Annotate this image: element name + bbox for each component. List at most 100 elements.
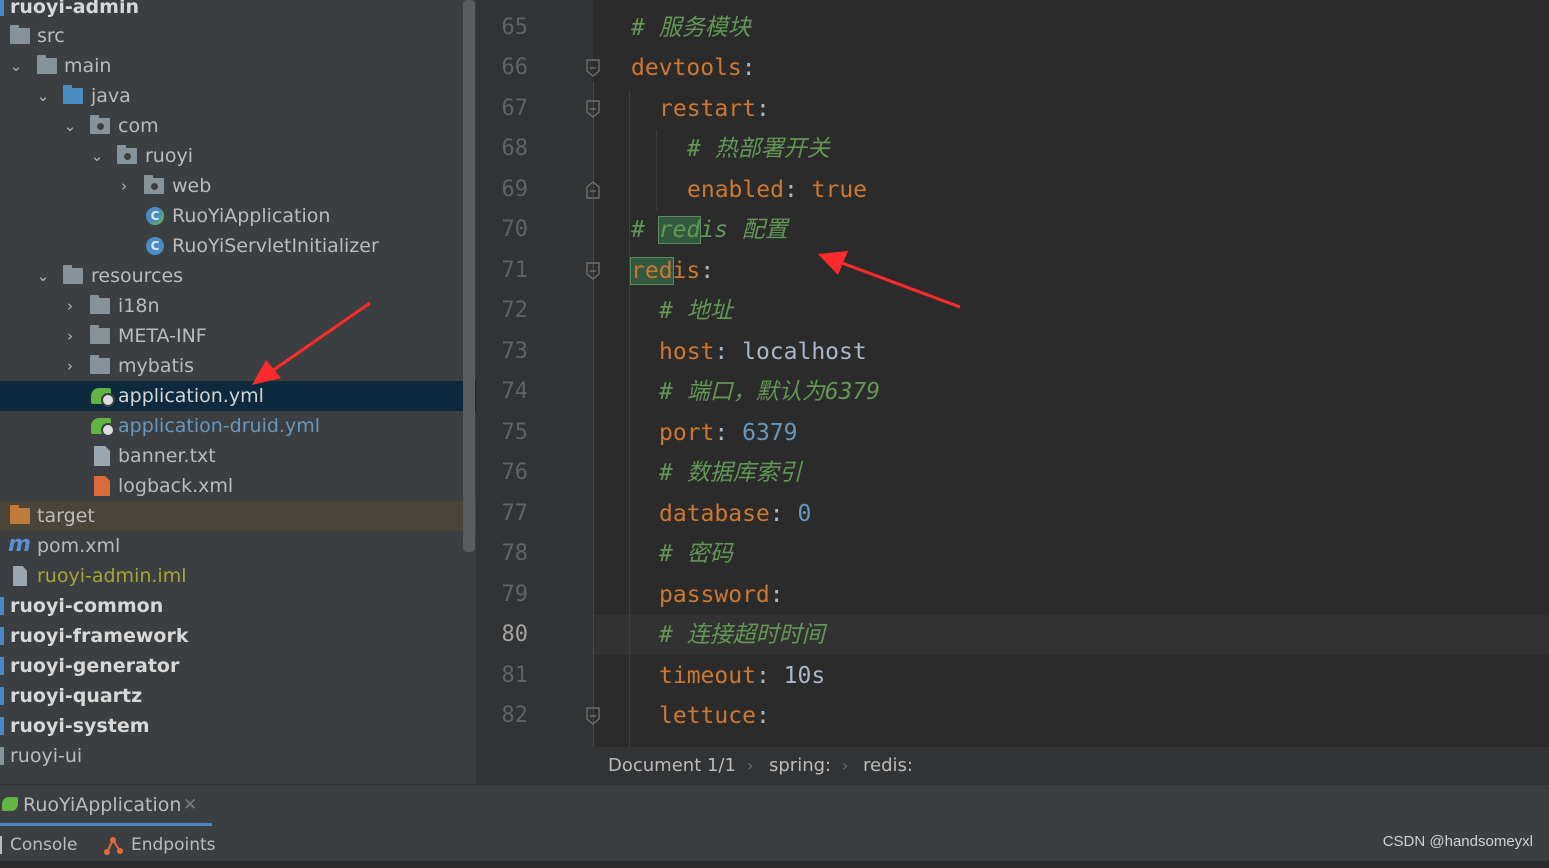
yaml-key: port <box>659 420 715 446</box>
tree-item-ruoyi[interactable]: ⌄ ruoyi <box>0 141 476 171</box>
code-line-77[interactable]: database: 0 <box>659 494 811 534</box>
code-line-78[interactable]: # 密码 <box>659 534 733 574</box>
chevron-down-icon[interactable]: ⌄ <box>35 81 51 111</box>
close-icon[interactable]: ✕ <box>183 785 197 825</box>
tree-scrollbar[interactable] <box>463 0 475 552</box>
code-line-81[interactable]: timeout: 10s <box>659 656 825 696</box>
line-number: 69 <box>501 177 529 202</box>
tree-item-pom-xml[interactable]: m pom.xml <box>0 531 476 561</box>
chevron-down-icon[interactable]: ⌄ <box>62 111 78 141</box>
code-line-69[interactable]: enabled: true <box>687 170 867 210</box>
line-number: 82 <box>501 703 529 728</box>
search-highlight: red <box>657 216 702 244</box>
yaml-colon: : <box>700 258 715 284</box>
fold-end-icon[interactable] <box>585 181 601 199</box>
tree-item-banner-txt[interactable]: banner.txt <box>0 441 476 471</box>
folder-icon <box>90 295 110 314</box>
module-marker <box>0 717 4 735</box>
resources-folder-icon <box>63 265 83 284</box>
fold-open-icon[interactable] <box>585 59 601 77</box>
fold-open-icon[interactable] <box>585 100 601 118</box>
tree-item-logback-xml[interactable]: logback.xml <box>0 471 476 501</box>
fold-open-icon[interactable] <box>585 707 601 725</box>
tree-item-application-yml[interactable]: application.yml <box>0 381 476 411</box>
line-number-active: 80 <box>501 622 529 647</box>
line-number: 65 <box>501 15 529 40</box>
tree-item-src[interactable]: src <box>0 21 476 51</box>
comment-hash: # <box>631 217 659 243</box>
code-line-74[interactable]: # 端口，默认为6379 <box>659 372 880 412</box>
tree-item-resources[interactable]: ⌄ resources <box>0 261 476 291</box>
yaml-value: 0 <box>797 501 812 527</box>
run-tool-window: RuoYiApplication ✕ Console Endpoints <box>0 784 1549 861</box>
tree-item-ruoyi-admin-iml[interactable]: ruoyi-admin.iml <box>0 561 476 591</box>
module-marker <box>0 0 4 16</box>
tab-console[interactable]: Console <box>10 829 78 861</box>
code-line-75[interactable]: port: 6379 <box>659 413 797 453</box>
excluded-folder-icon <box>10 505 30 524</box>
yaml-colon: : <box>755 663 784 689</box>
tree-item-com[interactable]: ⌄ com <box>0 111 476 141</box>
chevron-down-icon[interactable]: ⌄ <box>8 51 24 81</box>
tree-item-ruoyiservletinitializer[interactable]: C RuoYiServletInitializer <box>0 231 476 261</box>
tree-item-main[interactable]: ⌄ main <box>0 51 476 81</box>
folder-marker <box>0 747 4 765</box>
line-number: 76 <box>501 460 529 485</box>
code-line-66[interactable]: devtools: <box>631 48 756 88</box>
chevron-right-icon[interactable]: › <box>62 291 78 321</box>
code-line-72[interactable]: # 地址 <box>659 291 733 331</box>
module-file-icon <box>13 566 27 586</box>
breadcrumb-item-spring[interactable]: spring: <box>769 747 831 785</box>
tree-item-ruoyi-system[interactable]: ruoyi-system <box>0 711 476 741</box>
tab-endpoints[interactable]: Endpoints <box>131 829 216 861</box>
code-line-70[interactable]: # redis 配置 <box>631 210 788 250</box>
source-folder-icon <box>63 85 83 104</box>
code-line-82[interactable]: lettuce: <box>659 696 770 736</box>
tree-item-java[interactable]: ⌄ java <box>0 81 476 111</box>
code-line-65[interactable]: # 服务模块 <box>631 8 751 48</box>
module-marker <box>0 687 4 705</box>
chevron-down-icon[interactable]: ⌄ <box>35 261 51 291</box>
tree-item-ruoyi-admin[interactable]: ruoyi-admin <box>0 0 476 22</box>
tree-item-web[interactable]: › web <box>0 171 476 201</box>
yaml-key: lettuce <box>659 703 756 729</box>
tree-item-mybatis[interactable]: › mybatis <box>0 351 476 381</box>
tree-item-application-druid-yml[interactable]: application-druid.yml <box>0 411 476 441</box>
fold-open-icon[interactable] <box>585 262 601 280</box>
chevron-right-icon[interactable]: › <box>62 351 78 381</box>
yaml-key: restart <box>659 96 756 122</box>
code-line-79[interactable]: password: <box>659 575 784 615</box>
folder-icon <box>10 25 30 44</box>
watermark: CSDN @handsomeyxl <box>1382 833 1533 850</box>
search-highlight: red <box>630 257 674 285</box>
tree-item-i18n[interactable]: › i18n <box>0 291 476 321</box>
code-line-67[interactable]: restart: <box>659 89 770 129</box>
code-line-80[interactable]: # 连接超时时间 <box>659 615 825 655</box>
line-number: 74 <box>501 379 529 404</box>
code-line-76[interactable]: # 数据库索引 <box>659 453 802 493</box>
yaml-colon: : <box>714 339 743 365</box>
code-line-73[interactable]: host: localhost <box>659 332 867 372</box>
tree-item-ruoyiapplication[interactable]: C RuoYiApplication <box>0 201 476 231</box>
tree-item-ruoyi-quartz[interactable]: ruoyi-quartz <box>0 681 476 711</box>
package-icon <box>144 175 164 194</box>
line-number: 67 <box>501 96 529 121</box>
code-line-68[interactable]: # 热部署开关 <box>687 129 830 169</box>
folder-icon <box>37 55 57 74</box>
chevron-right-icon[interactable]: › <box>62 321 78 351</box>
code-line-71[interactable]: redis: <box>630 251 715 291</box>
chevron-right-icon[interactable]: › <box>116 171 132 201</box>
chevron-down-icon[interactable]: ⌄ <box>89 141 105 171</box>
yaml-colon: : <box>783 177 812 203</box>
tree-item-ruoyi-framework[interactable]: ruoyi-framework <box>0 621 476 651</box>
tree-item-meta-inf[interactable]: › META-INF <box>0 321 476 351</box>
editor-breadcrumb: Document 1/1 › spring: › redis: <box>476 747 1549 785</box>
run-config-tab[interactable]: RuoYiApplication ✕ <box>0 785 212 826</box>
tree-item-ruoyi-ui[interactable]: ruoyi-ui <box>0 741 476 771</box>
tree-item-ruoyi-generator[interactable]: ruoyi-generator <box>0 651 476 681</box>
tree-item-ruoyi-common[interactable]: ruoyi-common <box>0 591 476 621</box>
yaml-key: host <box>659 339 715 365</box>
breadcrumb-item-redis[interactable]: redis: <box>863 747 913 785</box>
tree-item-target[interactable]: target <box>0 501 476 531</box>
breadcrumb-document[interactable]: Document 1/1 <box>608 747 736 785</box>
